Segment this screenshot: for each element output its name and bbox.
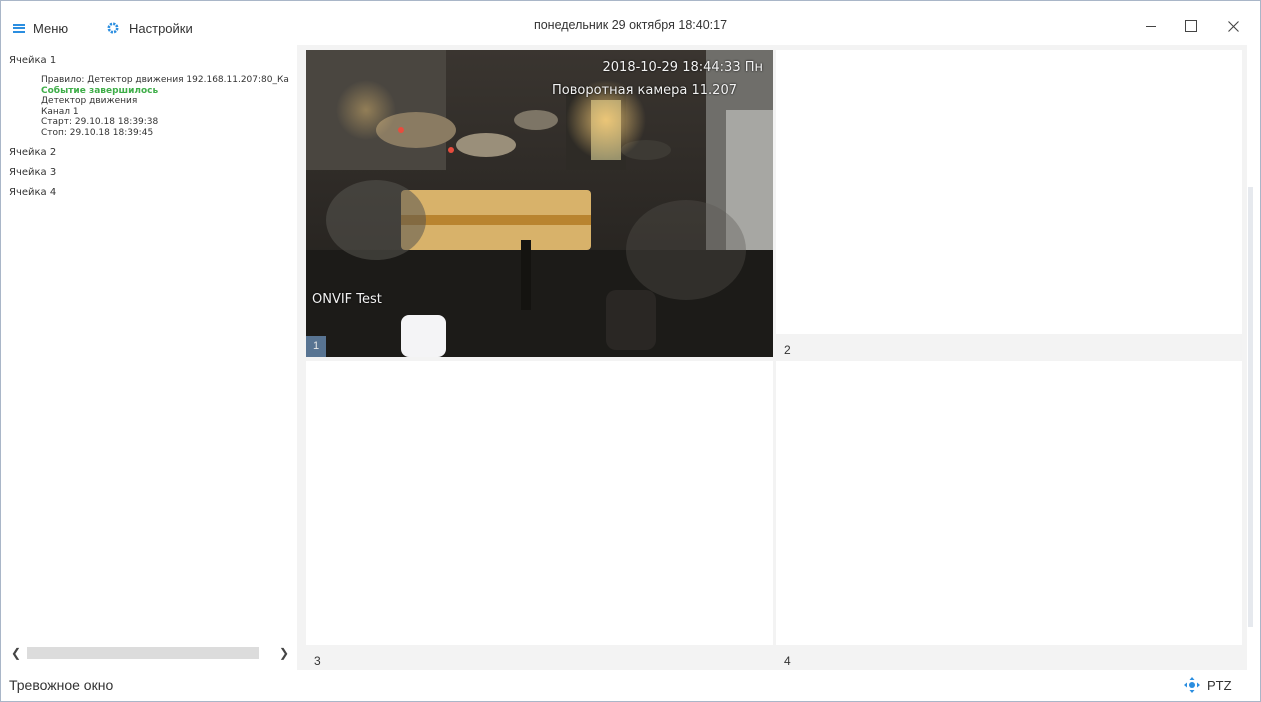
menu-label: Меню <box>33 20 69 36</box>
video-cell-3[interactable] <box>306 361 773 645</box>
event-status: Событие завершилось <box>41 85 159 96</box>
event-stop: Стоп: 29.10.18 18:39:45 <box>41 127 154 138</box>
maximize-icon <box>1185 20 1197 32</box>
horizontal-scrollbar[interactable]: ❮ ❯ <box>9 646 291 660</box>
close-button[interactable] <box>1219 13 1247 39</box>
ptz-button[interactable]: PTZ <box>1184 677 1232 693</box>
cell-number-4: 4 <box>784 654 791 668</box>
alarm-event[interactable]: Правило: Детектор движения 192.168.11.20… <box>5 75 295 138</box>
alarm-tree-panel: Ячейка 1 Правило: Детектор движения 192.… <box>5 45 295 661</box>
video-cell-1[interactable]: 2018-10-29 18:44:33 Пн Поворотная камера… <box>306 50 773 357</box>
ptz-icon <box>1184 677 1200 693</box>
menu-button[interactable]: Меню <box>13 18 68 38</box>
close-icon <box>1227 20 1239 32</box>
minimize-button[interactable] <box>1137 13 1165 39</box>
settings-button[interactable]: Настройки <box>107 18 193 38</box>
cell-number-3: 3 <box>314 654 321 668</box>
event-type: Детектор движения <box>41 96 138 106</box>
scrollbar-thumb[interactable] <box>27 647 259 659</box>
hamburger-icon <box>13 23 25 33</box>
app-window: Меню Настройки понедельник 29 октября 18… <box>0 0 1261 702</box>
event-rule: Правило: Детектор движения 192.168.11.20… <box>41 75 289 85</box>
vertical-scrollbar[interactable] <box>1248 187 1253 627</box>
alarm-cell-4[interactable]: Ячейка 4 <box>5 185 295 201</box>
video-cell-2[interactable] <box>776 50 1242 334</box>
maximize-button[interactable] <box>1177 13 1205 39</box>
event-channel: Канал 1 <box>41 106 79 117</box>
ptz-label: PTZ <box>1207 677 1232 693</box>
cell-number-2: 2 <box>784 343 791 357</box>
event-start: Старт: 29.10.18 18:39:38 <box>41 117 159 127</box>
alarm-cell-1[interactable]: Ячейка 1 <box>5 53 295 69</box>
video-cell-4[interactable] <box>776 361 1242 645</box>
osd-device-name: ONVIF Test <box>312 292 382 307</box>
osd-timestamp: 2018-10-29 18:44:33 Пн <box>602 60 763 75</box>
cell-number-1: 1 <box>306 336 326 357</box>
title-bar: Меню Настройки понедельник 29 октября 18… <box>1 1 1260 41</box>
minimize-icon <box>1146 25 1156 27</box>
scroll-left-icon[interactable]: ❮ <box>9 646 23 660</box>
scroll-right-icon[interactable]: ❯ <box>277 646 291 660</box>
gear-icon <box>107 22 119 34</box>
alarm-window-tab[interactable]: Тревожное окно <box>9 677 113 693</box>
osd-camera-name: Поворотная камера 11.207 <box>551 83 737 98</box>
settings-label: Настройки <box>129 20 193 36</box>
alarm-cell-3[interactable]: Ячейка 3 <box>5 165 295 181</box>
alarm-cell-2[interactable]: Ячейка 2 <box>5 145 295 161</box>
